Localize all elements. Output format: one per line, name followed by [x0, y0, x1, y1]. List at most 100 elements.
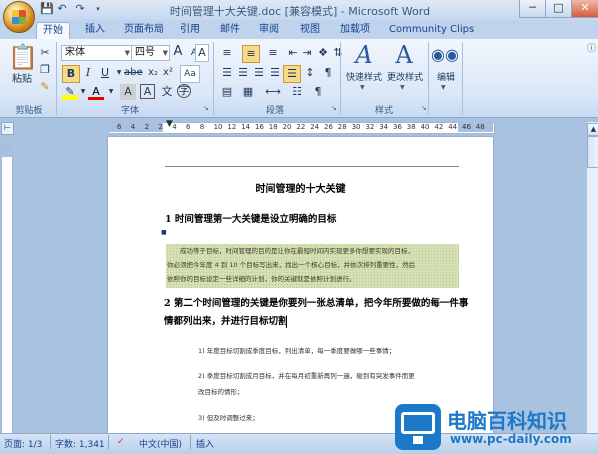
document-heading-2-line1[interactable]: 2 第二个时间管理的关键是你要列一张总清单，把今年所要做的每一件事 [164, 296, 468, 311]
dropdown-arrow-icon[interactable]: ▼ [441, 84, 446, 91]
strikethrough-icon[interactable]: abe [124, 65, 143, 81]
status-words[interactable]: 字数: 1,341 [55, 437, 105, 450]
list-item[interactable]: 3) 但及时调整过来； [198, 412, 259, 425]
bullets-icon[interactable]: ≡ [219, 45, 235, 61]
tab-review[interactable]: 审阅 [253, 22, 285, 38]
dropdown-arrow-icon[interactable]: ▼ [400, 84, 405, 91]
vertical-ruler[interactable] [1, 137, 13, 435]
tab-insert[interactable]: 插入 [79, 22, 111, 38]
list-item[interactable]: 1) 年度目标切割成季度目标，列出清单，每一季度要做哪一些事情； [198, 345, 395, 358]
group-separator [428, 42, 429, 115]
change-styles-icon[interactable]: A [390, 42, 418, 68]
ruler-number: 16 [255, 123, 264, 131]
dropdown-arrow-icon[interactable]: ▼ [360, 84, 365, 91]
character-border-icon[interactable]: A [140, 84, 155, 99]
justify-icon[interactable]: ☰ [267, 65, 283, 81]
paragraph-group-label: 段落 [265, 106, 284, 116]
status-language[interactable]: 中文(中国) [139, 437, 182, 450]
change-case-icon[interactable]: Aa [180, 65, 200, 83]
font-size-box[interactable]: 四号 ▼ [131, 45, 170, 61]
font-group-label: 字体 [120, 106, 139, 116]
dropdown-arrow-icon[interactable]: ▼ [103, 84, 119, 100]
font-color-icon[interactable]: A [88, 84, 104, 100]
tab-view[interactable]: 视图 [294, 22, 326, 38]
italic-icon[interactable]: I [80, 65, 96, 81]
tab-mailings[interactable]: 邮件 [214, 22, 246, 38]
align-left-icon[interactable]: ☰ [219, 65, 235, 81]
minimize-button[interactable]: ─ [519, 0, 546, 18]
tab-page-layout[interactable]: 页面布局 [118, 22, 170, 38]
multilevel-list-icon[interactable]: ≡ [265, 45, 281, 61]
sort-paragraph-icon[interactable]: ☷ [289, 84, 305, 100]
paragraph-dialog-launcher-icon[interactable]: ↘ [331, 104, 337, 112]
increase-indent-icon[interactable]: ⇥ [299, 45, 315, 61]
align-right-icon[interactable]: ☰ [251, 65, 267, 81]
document-title[interactable]: 时间管理的十大关键 [108, 180, 493, 195]
list-item[interactable]: 2) 季度目标切割成月目标，并在每月初重新再列一遍，碰到有突发事件而更 [198, 370, 415, 383]
ruler-number: 38 [406, 123, 416, 131]
scroll-up-icon[interactable]: ▲ [587, 123, 598, 136]
copy-icon[interactable]: ❐ [37, 62, 53, 78]
superscript-icon[interactable]: x² [160, 65, 176, 81]
close-button[interactable]: ✕ [571, 0, 598, 18]
borders-icon[interactable]: ▦ [240, 84, 256, 100]
enclose-characters-icon[interactable]: 字 [177, 84, 191, 98]
paste-icon[interactable]: 📋 [8, 44, 38, 70]
text-direction-icon[interactable]: ⟷ [265, 84, 281, 100]
undo-icon[interactable]: ↶ [56, 3, 68, 15]
ruler-number: 28 [337, 123, 347, 131]
document-heading-1[interactable]: 1 时间管理第一大关键是设立明确的目标 [165, 212, 336, 227]
redo-icon[interactable]: ↷ [74, 3, 86, 15]
ruler-number: 36 [393, 123, 402, 131]
quick-styles-icon[interactable]: A [350, 42, 378, 68]
align-center-icon[interactable]: ☰ [235, 65, 251, 81]
character-shading-icon[interactable]: A [120, 84, 136, 100]
ruler-number: 48 [475, 123, 485, 131]
change-styles-button[interactable]: 更改样式 [384, 70, 426, 86]
find-binoculars-icon[interactable]: ◉◉ [431, 42, 459, 68]
ruler-number: 42 [434, 123, 444, 131]
line-spacing-icon[interactable]: ↕ [302, 65, 318, 81]
styles-dialog-launcher-icon[interactable]: ↘ [421, 104, 427, 112]
sort-icon[interactable]: ⇅ [330, 45, 346, 61]
grow-font-icon[interactable]: A [170, 44, 186, 60]
font-name-box[interactable]: 宋体 ▼ [61, 45, 132, 61]
editing-button[interactable]: 编辑 [430, 70, 462, 86]
list-item[interactable]: 改目标的情形； [198, 386, 244, 399]
tab-community-clips[interactable]: Community Clips [383, 22, 480, 38]
tab-addins[interactable]: 加载项 [334, 22, 376, 38]
help-icon[interactable]: ⓘ [587, 41, 596, 54]
office-button[interactable] [3, 1, 35, 33]
proofing-icon[interactable]: ✓ [117, 437, 125, 447]
vertical-scrollbar[interactable] [586, 122, 598, 433]
font-dialog-launcher-icon[interactable]: ↘ [203, 104, 209, 112]
distribute-icon[interactable]: ☰ [283, 65, 301, 83]
maximize-button[interactable]: □ [545, 0, 572, 18]
paragraph-marks-icon[interactable]: ¶ [310, 84, 326, 100]
bullet-marker-icon: ■ [161, 229, 167, 236]
numbering-icon[interactable]: ≡ [242, 45, 260, 63]
status-page[interactable]: 页面: 1/3 [4, 437, 42, 450]
show-formatting-icon[interactable]: ¶ [320, 65, 336, 81]
customize-qat-icon[interactable]: ▾ [92, 3, 104, 15]
ruler-number: 20 [282, 123, 292, 131]
ruler-toggle-icon[interactable]: ⊢ [1, 122, 14, 135]
status-insert-mode[interactable]: 插入 [196, 437, 214, 450]
paste-button-label[interactable]: 粘贴 [6, 72, 38, 88]
ruler-number: 6 [117, 123, 122, 131]
shading-icon[interactable]: ▤ [219, 84, 235, 100]
document-heading-2-line2[interactable]: 情都列出来，并进行目标切割 [164, 314, 288, 329]
chinese-layout-icon[interactable]: ❖ [315, 45, 331, 61]
ruler-number: 32 [365, 123, 375, 131]
ruler-number: 12 [227, 123, 237, 131]
phonetic-guide-icon[interactable]: 文 [159, 84, 175, 100]
scroll-thumb[interactable] [587, 136, 598, 168]
bold-icon[interactable]: B [62, 65, 80, 83]
subscript-icon[interactable]: x₂ [145, 65, 161, 81]
tab-references[interactable]: 引用 [174, 22, 206, 38]
cut-icon[interactable]: ✂ [37, 45, 53, 61]
format-painter-icon[interactable]: ✎ [37, 79, 53, 95]
watermark-url: www.pc-daily.com [450, 432, 572, 446]
save-icon[interactable]: 💾 [40, 3, 54, 15]
clear-formatting-icon[interactable]: A [195, 44, 209, 62]
